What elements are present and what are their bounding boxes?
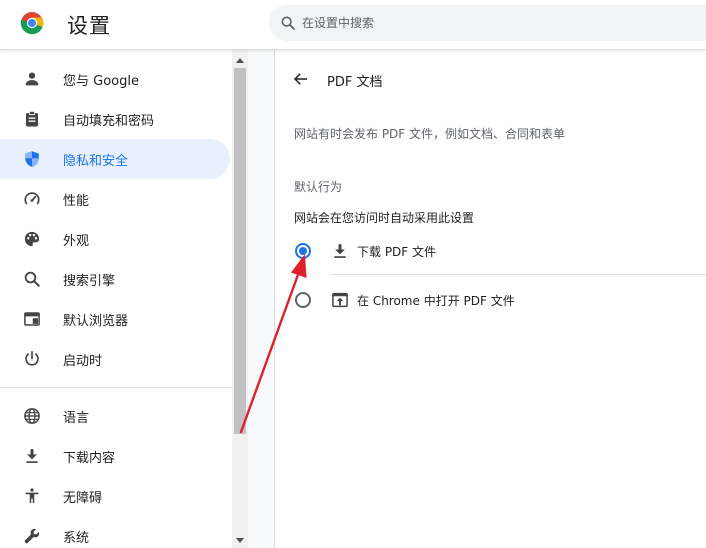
chrome-logo-icon — [20, 12, 44, 35]
back-arrow-icon[interactable] — [292, 70, 310, 88]
sidebar-item-label: 无障碍 — [63, 491, 103, 506]
sidebar-scrollbar[interactable] — [232, 50, 248, 548]
top-bar: 设置 — [0, 0, 706, 50]
sidebar-item-accessibility[interactable]: 无障碍 — [0, 476, 230, 516]
sidebar-item-label: 性能 — [63, 194, 90, 209]
content-gutter — [248, 50, 274, 548]
download-pdf-radio[interactable] — [295, 243, 311, 259]
accessibility-icon — [25, 488, 39, 504]
sidebar-item-label: 隐私和安全 — [63, 154, 129, 169]
sidebar-item-label: 启动时 — [63, 354, 103, 369]
download-pdf-label[interactable]: 下载 PDF 文件 — [357, 243, 436, 260]
search-icon — [24, 271, 40, 287]
shield-icon — [25, 151, 39, 167]
sidebar-item-privacy-security[interactable]: 隐私和安全 — [0, 139, 230, 179]
sidebar-item-label: 系统 — [63, 531, 90, 546]
sidebar-item-label: 下载内容 — [63, 451, 116, 466]
sidebar: 您与 Google 自动填充和密码 隐私和安全 性能 外观 搜索引擎 默认浏览器… — [0, 50, 232, 548]
sidebar-item-on-startup[interactable]: 启动时 — [0, 339, 230, 379]
scroll-up-arrow-icon[interactable] — [236, 58, 244, 63]
search-input[interactable] — [302, 5, 682, 41]
section-subtitle: 网站会在您访问时自动采用此设置 — [294, 211, 475, 225]
sidebar-item-system[interactable]: 系统 — [0, 516, 230, 548]
sidebar-item-label: 语言 — [63, 411, 90, 426]
option-divider — [330, 274, 706, 275]
open-in-chrome-radio[interactable] — [295, 292, 311, 308]
sidebar-item-label: 您与 Google — [63, 74, 139, 89]
sidebar-item-performance[interactable]: 性能 — [0, 179, 230, 219]
download-icon — [334, 244, 346, 258]
browser-window-icon — [24, 312, 40, 326]
sidebar-item-label: 搜索引擎 — [63, 274, 116, 289]
sidebar-item-label: 外观 — [63, 234, 90, 249]
open-in-browser-icon — [332, 292, 348, 308]
app-title: 设置 — [67, 14, 111, 38]
sidebar-item-you-and-google[interactable]: 您与 Google — [0, 59, 230, 99]
open-in-chrome-label[interactable]: 在 Chrome 中打开 PDF 文件 — [357, 292, 515, 309]
globe-icon — [24, 408, 40, 424]
sidebar-item-label: 自动填充和密码 — [63, 114, 155, 129]
sidebar-item-downloads[interactable]: 下载内容 — [0, 436, 230, 476]
wrench-icon — [24, 528, 40, 544]
sidebar-item-languages[interactable]: 语言 — [0, 396, 230, 436]
sidebar-item-autofill[interactable]: 自动填充和密码 — [0, 99, 230, 139]
clipboard-icon — [26, 110, 38, 127]
scroll-down-arrow-icon[interactable] — [236, 538, 244, 543]
palette-icon — [24, 231, 40, 247]
search-icon — [281, 16, 295, 30]
search-box[interactable] — [269, 5, 706, 41]
sidebar-item-appearance[interactable]: 外观 — [0, 219, 230, 259]
sidebar-item-label: 默认浏览器 — [63, 314, 129, 329]
speedometer-icon — [24, 192, 40, 205]
download-icon — [26, 449, 38, 463]
person-icon — [25, 72, 39, 86]
page-title: PDF 文档 — [327, 75, 383, 90]
sidebar-divider — [0, 387, 232, 388]
section-title: 默认行为 — [294, 180, 343, 194]
power-icon — [25, 351, 39, 366]
scroll-thumb[interactable] — [234, 68, 246, 434]
sidebar-item-default-browser[interactable]: 默认浏览器 — [0, 299, 230, 339]
sidebar-item-search-engine[interactable]: 搜索引擎 — [0, 259, 230, 299]
page-description: 网站有时会发布 PDF 文件，例如文档、合同和表单 — [294, 127, 566, 141]
